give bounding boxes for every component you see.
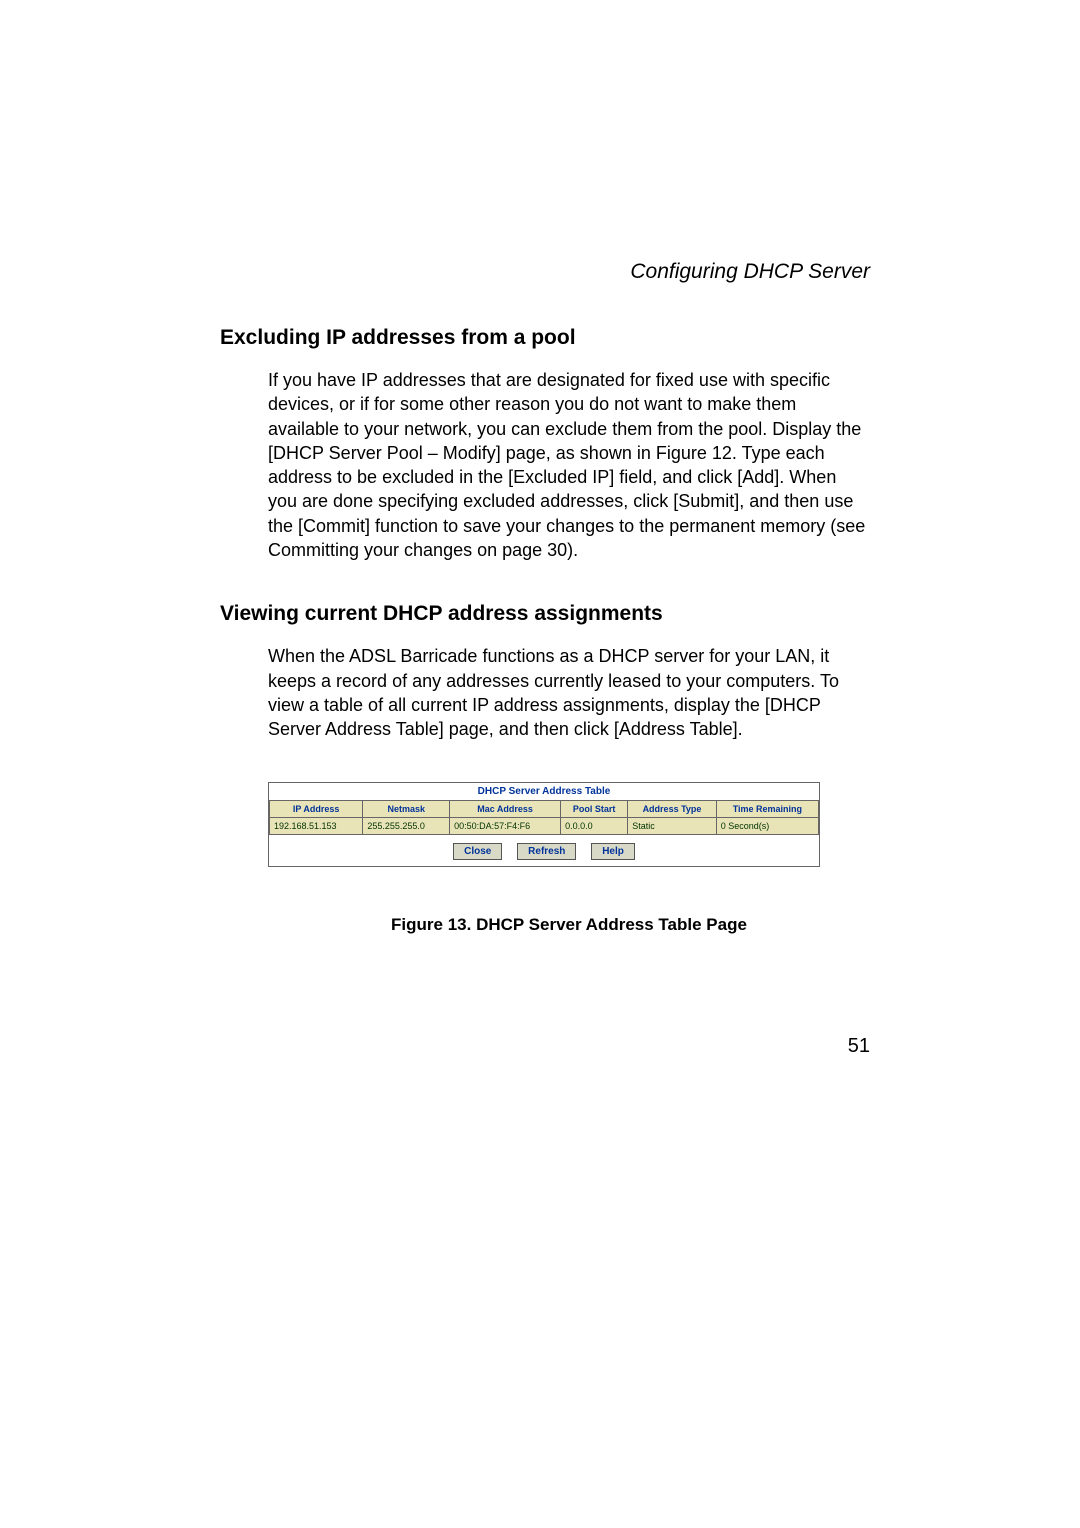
body-viewing-dhcp: When the ADSL Barricade functions as a D… <box>268 644 870 741</box>
figure-wrap: DHCP Server Address Table IP Address Net… <box>268 782 870 935</box>
refresh-button[interactable]: Refresh <box>517 843 576 860</box>
col-mac: Mac Address <box>450 800 561 817</box>
cell-pool: 0.0.0.0 <box>561 817 628 834</box>
close-button[interactable]: Close <box>453 843 502 860</box>
running-header: Configuring DHCP Server <box>220 260 870 284</box>
heading-excluding-ip: Excluding IP addresses from a pool <box>220 326 870 350</box>
col-time: Time Remaining <box>716 800 818 817</box>
figure-caption: Figure 13. DHCP Server Address Table Pag… <box>268 915 870 935</box>
cell-time: 0 Second(s) <box>716 817 818 834</box>
body-excluding-ip: If you have IP addresses that are design… <box>268 368 870 562</box>
heading-viewing-dhcp: Viewing current DHCP address assignments <box>220 602 870 626</box>
col-pool: Pool Start <box>561 800 628 817</box>
table-title: DHCP Server Address Table <box>269 783 819 800</box>
cell-mac: 00:50:DA:57:F4:F6 <box>450 817 561 834</box>
col-type: Address Type <box>628 800 717 817</box>
col-netmask: Netmask <box>363 800 450 817</box>
help-button[interactable]: Help <box>591 843 635 860</box>
cell-type: Static <box>628 817 717 834</box>
cell-netmask: 255.255.255.0 <box>363 817 450 834</box>
dhcp-address-table: IP Address Netmask Mac Address Pool Star… <box>269 800 819 835</box>
dhcp-address-table-box: DHCP Server Address Table IP Address Net… <box>268 782 820 867</box>
table-row: 192.168.51.153 255.255.255.0 00:50:DA:57… <box>270 817 819 834</box>
cell-ip: 192.168.51.153 <box>270 817 363 834</box>
col-ip: IP Address <box>270 800 363 817</box>
page-number: 51 <box>848 1035 870 1058</box>
table-header-row: IP Address Netmask Mac Address Pool Star… <box>270 800 819 817</box>
button-row: Close Refresh Help <box>269 835 819 866</box>
